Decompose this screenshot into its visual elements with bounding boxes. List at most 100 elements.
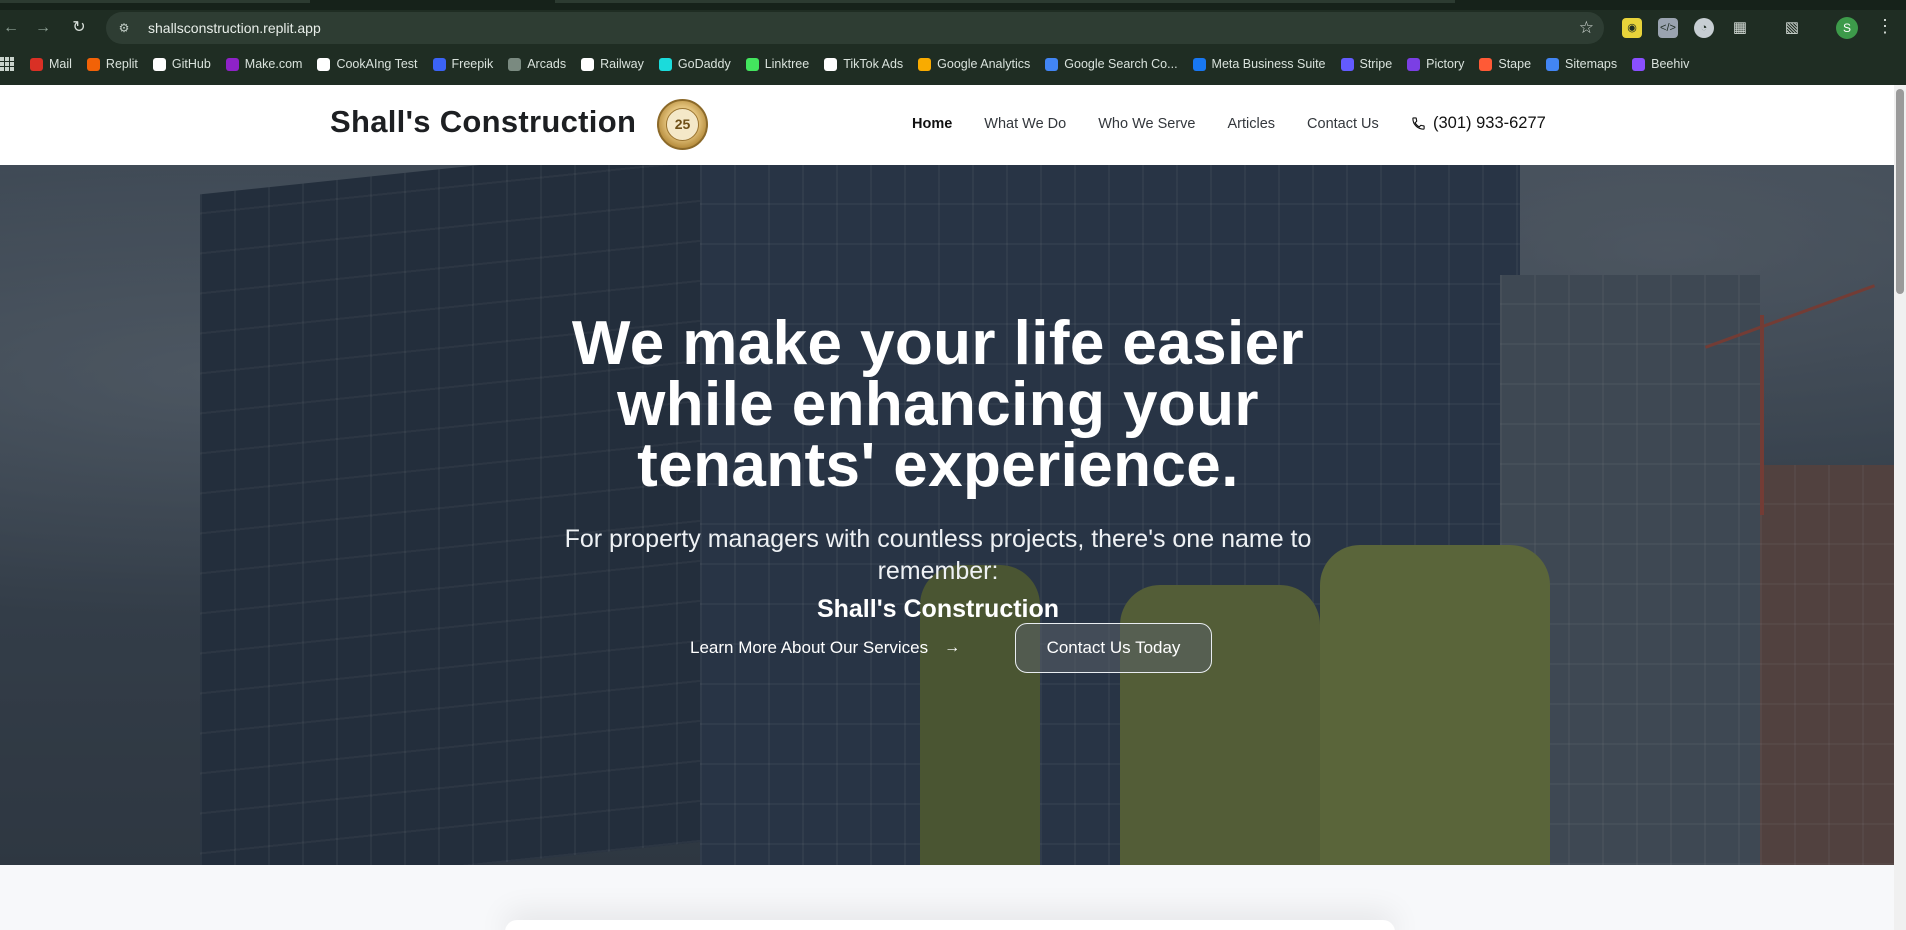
phone-link[interactable]: (301) 933-6277 bbox=[1411, 114, 1546, 133]
arrow-right-icon: → bbox=[944, 639, 961, 656]
analytics-icon bbox=[918, 57, 932, 71]
contact-us-label: Contact Us Today bbox=[1046, 638, 1181, 657]
bookmark-label: Stape bbox=[1498, 57, 1532, 71]
replit-icon bbox=[86, 57, 100, 71]
tiktok-icon bbox=[824, 57, 838, 71]
site-settings-icon[interactable]: ⚙ bbox=[116, 21, 132, 35]
bookmark-label: Stripe bbox=[1359, 57, 1393, 71]
godaddy-icon bbox=[658, 57, 672, 71]
browser-toolbar: ← → ↻ ⚙ shallsconstruction.replit.app ☆ … bbox=[0, 10, 1906, 46]
stape-icon bbox=[1479, 57, 1493, 71]
next-section bbox=[0, 865, 1894, 930]
bookmarks-bar: Mail Replit GitHub Make.com CookAIng Test Fre… bbox=[0, 52, 1906, 76]
bookmark-item[interactable]: Beehiv bbox=[1632, 57, 1689, 71]
back-icon[interactable]: ← bbox=[0, 17, 22, 39]
bookmark-item[interactable]: Make.com bbox=[225, 57, 303, 71]
bookmark-label: TikTok Ads bbox=[843, 57, 904, 71]
bookmark-item[interactable]: Arcads bbox=[508, 57, 566, 71]
site-header: Shall's Construction 25 Home What We Do Wh… bbox=[0, 85, 1894, 165]
bookmark-star-icon[interactable]: ☆ bbox=[1579, 18, 1594, 38]
search-console-icon bbox=[1045, 57, 1059, 71]
railway-icon bbox=[581, 57, 595, 71]
learn-more-button[interactable]: Learn More About Our Services → bbox=[690, 623, 960, 673]
scrollbar-thumb[interactable] bbox=[1896, 89, 1904, 294]
bookmark-item[interactable]: Mail bbox=[30, 57, 72, 71]
page-viewport: Shall's Construction 25 Home What We Do Wh… bbox=[0, 85, 1894, 930]
extension-icon[interactable]: ◉ bbox=[1622, 18, 1642, 38]
bookmark-item[interactable]: Meta Business Suite bbox=[1192, 57, 1326, 71]
stripe-icon bbox=[1340, 57, 1354, 71]
bookmark-item[interactable]: TikTok Ads bbox=[824, 57, 903, 71]
bookmark-item[interactable]: Stape bbox=[1479, 57, 1531, 71]
bookmark-item[interactable]: Linktree bbox=[745, 57, 810, 71]
gmail-icon bbox=[30, 57, 43, 71]
gauge-extension-icon[interactable]: ◔ bbox=[1694, 18, 1714, 38]
bookmark-label: Freepik bbox=[451, 57, 494, 71]
bookmark-label: Google Search Co... bbox=[1064, 57, 1178, 71]
bookmark-label: GitHub bbox=[171, 57, 211, 71]
bookmark-item[interactable]: Google Search Co... bbox=[1045, 57, 1178, 71]
bookmark-item[interactable]: Sitemaps bbox=[1546, 57, 1617, 71]
bookmark-label: Arcads bbox=[527, 57, 567, 71]
nav-item-home[interactable]: Home bbox=[912, 116, 952, 132]
learn-more-label: Learn More About Our Services bbox=[690, 638, 929, 657]
forward-icon[interactable]: → bbox=[32, 17, 54, 39]
hero-headline: We make your life easier while enhancing… bbox=[571, 309, 1305, 500]
bookmark-label: Replit bbox=[105, 57, 138, 71]
bookmark-label: Beehiv bbox=[1651, 57, 1690, 71]
bookmark-item[interactable]: Railway bbox=[581, 57, 644, 71]
bookmark-item[interactable]: Stripe bbox=[1340, 57, 1393, 71]
bookmark-item[interactable]: Google Analytics bbox=[918, 57, 1030, 71]
pictory-icon bbox=[1407, 57, 1421, 71]
bookmark-label: GoDaddy bbox=[677, 57, 731, 71]
hero-brand-name: Shall's Construction bbox=[816, 595, 1060, 623]
bookmark-label: Pictory bbox=[1426, 57, 1465, 71]
address-bar[interactable]: ⚙ shallsconstruction.replit.app ☆ bbox=[106, 12, 1604, 44]
meta-icon bbox=[1192, 57, 1206, 71]
bookmark-item[interactable]: GitHub bbox=[152, 57, 211, 71]
contact-us-button[interactable]: Contact Us Today bbox=[1015, 623, 1212, 673]
bookmark-label: Make.com bbox=[244, 57, 303, 71]
content-card bbox=[505, 920, 1395, 930]
bookmark-label: CookAIng Test bbox=[336, 57, 418, 71]
site-logo-text[interactable]: Shall's Construction bbox=[330, 104, 636, 140]
make-icon bbox=[225, 57, 239, 71]
bookmark-label: Mail bbox=[49, 57, 72, 71]
nav-item-who-we-serve[interactable]: Who We Serve bbox=[1098, 116, 1195, 132]
code-extension-icon[interactable]: </> bbox=[1658, 18, 1678, 38]
nav-item-what-we-do[interactable]: What We Do bbox=[984, 116, 1066, 132]
bookmark-item[interactable]: CookAIng Test bbox=[317, 57, 418, 71]
beehiiv-icon bbox=[1632, 57, 1646, 71]
sitemaps-icon bbox=[1546, 57, 1560, 71]
bookmark-item[interactable]: GoDaddy bbox=[658, 57, 731, 71]
github-icon bbox=[152, 57, 166, 71]
browser-menu-icon[interactable]: ⋮ bbox=[1876, 16, 1894, 37]
tab-strip bbox=[0, 0, 1906, 10]
page-scrollbar[interactable] bbox=[1894, 85, 1906, 930]
phone-number[interactable]: (301) 933-6277 bbox=[1433, 114, 1546, 133]
hero-subtitle: For property managers with countless pro… bbox=[564, 525, 1312, 585]
badge-number: 25 bbox=[666, 108, 699, 141]
bookmark-label: Sitemaps bbox=[1565, 57, 1618, 71]
main-nav: Home What We Do Who We Serve Articles Contac… bbox=[912, 116, 1411, 132]
hero-section: We make your life easier while enhancing… bbox=[0, 165, 1894, 865]
anniversary-badge: 25 bbox=[657, 99, 708, 150]
bookmark-label: Google Analytics bbox=[937, 57, 1031, 71]
tab-search-icon[interactable]: ▧ bbox=[1782, 18, 1802, 38]
bookmark-label: Meta Business Suite bbox=[1211, 57, 1326, 71]
profile-avatar[interactable]: S bbox=[1836, 17, 1858, 39]
nav-item-contact-us[interactable]: Contact Us bbox=[1307, 116, 1379, 132]
bookmark-item[interactable]: Freepik bbox=[432, 57, 494, 71]
apps-grid-icon[interactable] bbox=[0, 57, 14, 71]
triangle-icon bbox=[317, 57, 331, 71]
bookmark-item[interactable]: Pictory bbox=[1407, 57, 1464, 71]
browser-chrome: ← → ↻ ⚙ shallsconstruction.replit.app ☆ … bbox=[0, 0, 1906, 85]
bookmark-item[interactable]: Replit bbox=[86, 57, 138, 71]
linktree-icon bbox=[745, 57, 759, 71]
bookmark-label: Linktree bbox=[764, 57, 810, 71]
hero-dark-overlay bbox=[0, 165, 1894, 865]
url-text[interactable]: shallsconstruction.replit.app bbox=[148, 20, 321, 36]
extensions-puzzle-icon[interactable]: ▦ bbox=[1730, 18, 1750, 38]
nav-item-articles[interactable]: Articles bbox=[1227, 116, 1275, 132]
reload-icon[interactable]: ↻ bbox=[68, 17, 90, 39]
